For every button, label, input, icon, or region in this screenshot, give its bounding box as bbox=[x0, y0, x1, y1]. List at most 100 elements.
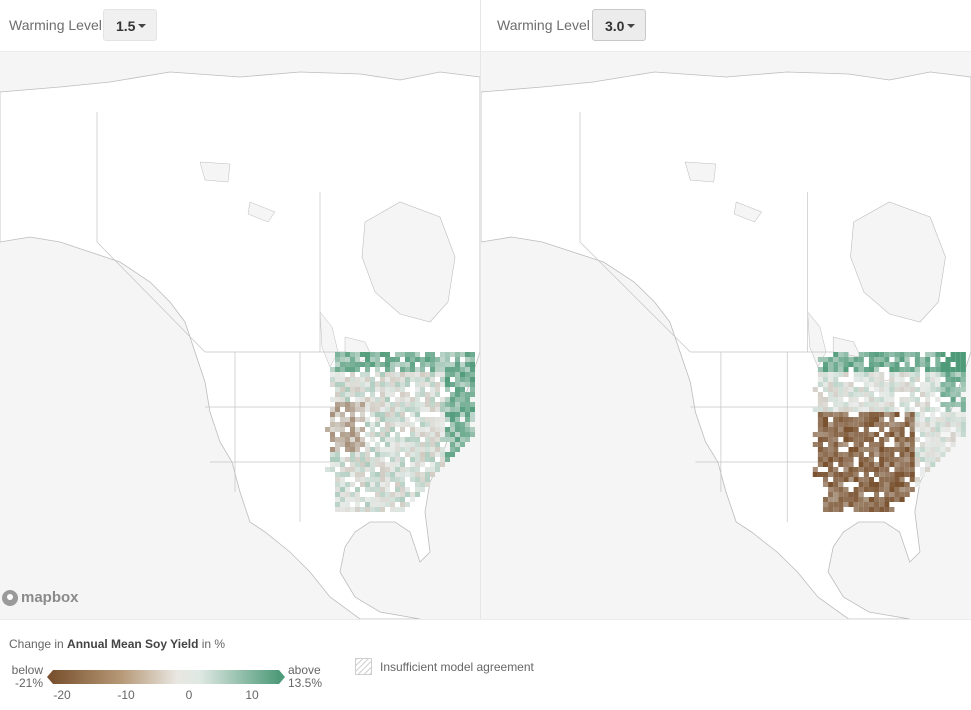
yield-cell bbox=[340, 487, 345, 492]
yield-cell bbox=[950, 402, 956, 407]
yield-cell bbox=[874, 447, 880, 452]
yield-cell bbox=[945, 382, 951, 387]
yield-cell bbox=[465, 412, 470, 417]
warming-level-dropdown[interactable]: 1.5 bbox=[103, 9, 157, 41]
yield-cell bbox=[894, 482, 900, 487]
yield-cell bbox=[833, 487, 839, 492]
yield-cell bbox=[843, 407, 849, 412]
yield-cell bbox=[925, 392, 931, 397]
yield-cell bbox=[817, 457, 823, 462]
yield-cell bbox=[380, 452, 385, 457]
yield-cell bbox=[340, 492, 345, 497]
yield-cell bbox=[380, 377, 385, 382]
yield-cell bbox=[440, 462, 445, 467]
yield-cell bbox=[843, 367, 849, 372]
yield-cell bbox=[360, 477, 365, 482]
yield-cell bbox=[360, 417, 365, 422]
yield-cell bbox=[868, 467, 875, 472]
yield-cell bbox=[894, 357, 900, 362]
yield-cell bbox=[440, 437, 445, 442]
yield-cell bbox=[863, 402, 869, 407]
yield-cell bbox=[375, 357, 380, 362]
yield-cell bbox=[350, 432, 355, 437]
yield-cell bbox=[400, 467, 405, 472]
yield-cell bbox=[370, 477, 375, 482]
yield-cell bbox=[345, 447, 350, 452]
yield-cell bbox=[415, 482, 420, 487]
yield-cell bbox=[848, 407, 854, 412]
yield-cell bbox=[420, 417, 425, 422]
yield-cell bbox=[930, 462, 936, 467]
yield-cell bbox=[410, 377, 415, 382]
yield-cell bbox=[390, 467, 395, 472]
yield-cell bbox=[460, 372, 465, 377]
yield-cell bbox=[370, 487, 375, 492]
yield-cell bbox=[950, 442, 956, 447]
yield-cell bbox=[385, 497, 390, 502]
yield-cell bbox=[843, 452, 849, 457]
yield-cell bbox=[828, 457, 834, 462]
yield-cell bbox=[435, 447, 440, 452]
yield-cell bbox=[909, 367, 915, 372]
yield-cell bbox=[935, 377, 941, 382]
yield-cell bbox=[370, 467, 375, 472]
yield-cell bbox=[843, 502, 849, 507]
yield-cell bbox=[853, 497, 859, 502]
yield-cell bbox=[425, 432, 430, 437]
yield-cell bbox=[385, 462, 390, 467]
yield-cell bbox=[894, 472, 900, 477]
yield-cell bbox=[355, 402, 360, 407]
yield-cell bbox=[440, 397, 445, 402]
legend-tick: -20 bbox=[53, 688, 71, 702]
yield-cell bbox=[863, 457, 869, 462]
yield-cell bbox=[904, 362, 910, 367]
yield-cell bbox=[470, 372, 475, 377]
yield-cell bbox=[914, 412, 920, 417]
yield-cell bbox=[400, 417, 405, 422]
yield-cell bbox=[420, 452, 425, 457]
yield-cell bbox=[858, 462, 864, 467]
yield-cell bbox=[822, 497, 829, 502]
warming-level-dropdown[interactable]: 3.0 bbox=[592, 9, 646, 41]
yield-cell bbox=[335, 382, 340, 387]
yield-cell bbox=[858, 357, 864, 362]
yield-cell bbox=[879, 362, 885, 367]
yield-cell bbox=[385, 432, 390, 437]
yield-cell bbox=[899, 487, 905, 492]
mapbox-logo[interactable]: mapbox bbox=[2, 589, 79, 606]
yield-cell bbox=[899, 462, 905, 467]
yield-cell bbox=[894, 427, 900, 432]
yield-cell bbox=[340, 502, 345, 507]
yield-cell bbox=[874, 362, 880, 367]
yield-cell bbox=[335, 377, 340, 382]
yield-cell bbox=[355, 497, 360, 502]
yield-cell bbox=[919, 427, 926, 432]
yield-cell bbox=[868, 382, 875, 387]
yield-cell bbox=[838, 417, 844, 422]
yield-cell bbox=[425, 472, 430, 477]
yield-cell bbox=[904, 422, 910, 427]
yield-cell bbox=[909, 447, 915, 452]
yield-cell bbox=[345, 497, 350, 502]
yield-cell bbox=[425, 437, 430, 442]
yield-cell bbox=[833, 457, 839, 462]
yield-cell bbox=[410, 402, 415, 407]
yield-cell bbox=[435, 382, 440, 387]
map-canvas[interactable] bbox=[0, 52, 480, 619]
yield-cell bbox=[833, 427, 839, 432]
yield-cell bbox=[843, 362, 849, 367]
yield-cell bbox=[868, 397, 875, 402]
yield-cell bbox=[365, 457, 370, 462]
yield-cell bbox=[940, 412, 946, 417]
map-canvas[interactable] bbox=[481, 52, 971, 619]
yield-cell bbox=[909, 377, 915, 382]
yield-cell bbox=[858, 487, 864, 492]
yield-cell bbox=[355, 437, 360, 442]
yield-cell bbox=[930, 392, 936, 397]
yield-cell bbox=[350, 417, 355, 422]
yield-cell bbox=[460, 377, 465, 382]
yield-cell bbox=[380, 397, 385, 402]
yield-cell bbox=[817, 407, 823, 412]
yield-cell bbox=[340, 377, 345, 382]
yield-cell bbox=[420, 432, 425, 437]
